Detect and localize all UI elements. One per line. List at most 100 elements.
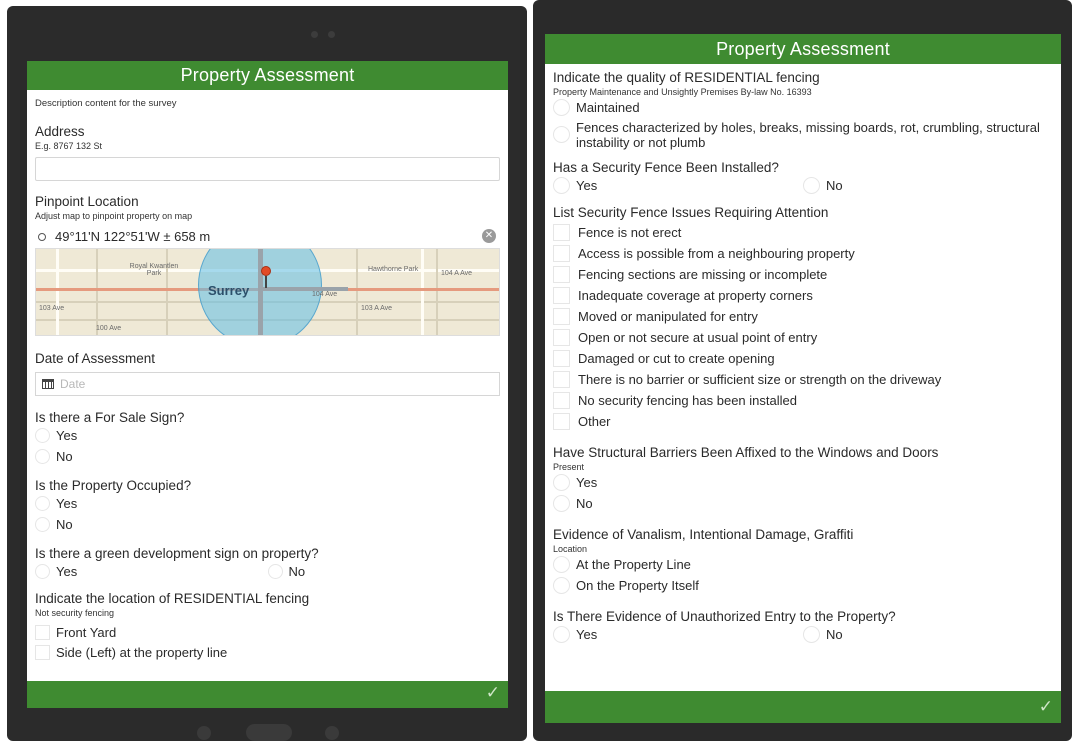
- checkbox[interactable]: [35, 624, 50, 640]
- option-label: Fencing sections are missing or incomple…: [578, 267, 828, 282]
- checkbox[interactable]: [553, 287, 570, 304]
- radio-button[interactable]: [267, 564, 283, 579]
- unauthorized-option-no[interactable]: No: [803, 624, 1053, 645]
- checkbox[interactable]: [553, 413, 570, 430]
- radio-button[interactable]: [553, 577, 570, 594]
- radio-button[interactable]: [553, 177, 570, 194]
- map-label-city: Surrey: [208, 283, 250, 298]
- map-label-ave: 103 Ave: [39, 305, 65, 312]
- device-button: [325, 726, 339, 740]
- radio-button[interactable]: [553, 99, 570, 116]
- map-label-ave: 104 Ave: [312, 291, 338, 298]
- radio-button[interactable]: [553, 474, 570, 491]
- map-label-ave: 104 A Ave: [441, 270, 473, 277]
- security-fence-option-yes[interactable]: Yes: [553, 175, 803, 196]
- security-fence-label: Has a Security Fence Been Installed?: [553, 160, 779, 175]
- fencing-option-side-left[interactable]: Side (Left) at the property line: [35, 642, 500, 662]
- survey-description: Description content for the survey: [35, 98, 177, 109]
- fence-issue-option[interactable]: Inadequate coverage at property corners: [553, 285, 1053, 306]
- map-street: [96, 249, 98, 335]
- barriers-hint: Present: [553, 462, 585, 472]
- vandalism-option-itself[interactable]: On the Property Itself: [553, 575, 1053, 596]
- checkbox[interactable]: [553, 371, 570, 388]
- fence-issue-option[interactable]: Fence is not erect: [553, 222, 1053, 243]
- option-label: No: [56, 517, 73, 532]
- date-input[interactable]: Date: [35, 372, 500, 396]
- checkmark-icon[interactable]: ✓: [1039, 697, 1053, 717]
- radio-button[interactable]: [35, 564, 50, 579]
- stage: Property Assessment Description content …: [0, 0, 1072, 741]
- radio-button[interactable]: [35, 517, 50, 532]
- radio-button[interactable]: [35, 496, 50, 511]
- radio-button[interactable]: [553, 126, 570, 143]
- date-label: Date of Assessment: [35, 351, 156, 366]
- radio-button[interactable]: [553, 556, 570, 573]
- vandalism-option-line[interactable]: At the Property Line: [553, 554, 1053, 575]
- radio-button[interactable]: [803, 626, 820, 643]
- map-label-ave: 100 Ave: [96, 325, 122, 332]
- for-sale-option-yes[interactable]: Yes: [35, 425, 500, 446]
- checkbox[interactable]: [35, 644, 50, 660]
- map-pin-icon[interactable]: [261, 266, 271, 276]
- quality-option-deficient[interactable]: Fences characterized by holes, breaks, m…: [553, 118, 1053, 152]
- fence-issue-option[interactable]: There is no barrier or sufficient size o…: [553, 369, 1053, 390]
- for-sale-option-no[interactable]: No: [35, 446, 500, 467]
- checkbox[interactable]: [553, 245, 570, 262]
- option-label: No: [56, 449, 73, 464]
- map-street: [436, 249, 438, 335]
- map-street: [166, 249, 168, 335]
- checkbox[interactable]: [553, 350, 570, 367]
- fence-issue-option[interactable]: Open or not secure at usual point of ent…: [553, 327, 1053, 348]
- checkbox[interactable]: [553, 266, 570, 283]
- occupied-option-no[interactable]: No: [35, 514, 500, 535]
- option-label: Damaged or cut to create opening: [578, 351, 775, 366]
- green-sign-label: Is there a green development sign on pro…: [35, 546, 319, 561]
- address-input[interactable]: [35, 157, 500, 181]
- green-sign-option-no[interactable]: No: [267, 561, 501, 582]
- green-sign-option-yes[interactable]: Yes: [35, 561, 268, 582]
- option-label: Maintained: [576, 100, 640, 115]
- fence-issue-option[interactable]: Damaged or cut to create opening: [553, 348, 1053, 369]
- radio-button[interactable]: [35, 449, 50, 464]
- fence-issue-option[interactable]: No security fencing has been installed: [553, 390, 1053, 411]
- date-placeholder: Date: [60, 377, 86, 391]
- fence-issue-option[interactable]: Access is possible from a neighbouring p…: [553, 243, 1053, 264]
- option-label: Other: [578, 414, 611, 429]
- radio-button[interactable]: [35, 428, 50, 443]
- coordinates-text: 49°11'N 122°51'W ± 658 m: [55, 229, 211, 244]
- map-road: [56, 249, 59, 335]
- tablet-right: Property Assessment Indicate the quality…: [533, 0, 1072, 741]
- fencing-option-front[interactable]: Front Yard: [35, 622, 500, 642]
- checkbox[interactable]: [553, 224, 570, 241]
- location-map[interactable]: Royal Kwantlen Park Hawthorne Park 104 A…: [35, 248, 500, 336]
- radio-button[interactable]: [553, 495, 570, 512]
- option-label: No: [576, 496, 593, 511]
- radio-button[interactable]: [553, 626, 570, 643]
- clear-location-icon[interactable]: ✕: [482, 229, 496, 243]
- home-button[interactable]: [246, 724, 292, 741]
- unauthorized-option-yes[interactable]: Yes: [553, 624, 803, 645]
- option-label: Access is possible from a neighbouring p…: [578, 246, 855, 261]
- fence-issues-list: Fence is not erect Access is possible fro…: [553, 222, 1053, 432]
- vandalism-label: Evidence of Vanalism, Intentional Damage…: [553, 527, 854, 542]
- option-label: Yes: [56, 496, 78, 511]
- fence-issue-option[interactable]: Other: [553, 411, 1053, 432]
- barriers-option-no[interactable]: No: [553, 493, 1053, 514]
- checkbox[interactable]: [553, 308, 570, 325]
- occupied-option-yes[interactable]: Yes: [35, 493, 500, 514]
- radio-button[interactable]: [803, 177, 820, 194]
- fencing-location-hint: Not security fencing: [35, 608, 115, 618]
- fence-issue-option[interactable]: Fencing sections are missing or incomple…: [553, 264, 1053, 285]
- option-label: No: [288, 564, 306, 579]
- quality-option-maintained[interactable]: Maintained: [553, 97, 1053, 118]
- fence-issue-option[interactable]: Moved or manipulated for entry: [553, 306, 1053, 327]
- checkbox[interactable]: [553, 329, 570, 346]
- form-footer: ✓: [27, 681, 508, 708]
- checkbox[interactable]: [553, 392, 570, 409]
- tablet-left: Property Assessment Description content …: [7, 6, 527, 741]
- option-label: On the Property Itself: [576, 578, 699, 593]
- checkmark-icon[interactable]: ✓: [486, 683, 500, 703]
- security-fence-option-no[interactable]: No: [803, 175, 1053, 196]
- barriers-option-yes[interactable]: Yes: [553, 472, 1053, 493]
- map-road: [421, 249, 424, 335]
